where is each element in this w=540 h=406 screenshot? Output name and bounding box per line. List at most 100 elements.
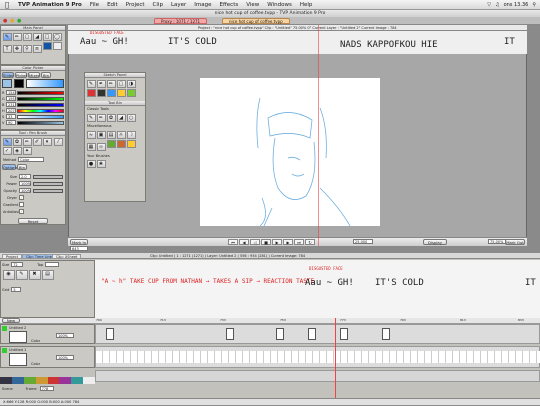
size-field[interactable]: 2.0: [19, 174, 31, 179]
tab-bin[interactable]: Bin: [41, 72, 51, 78]
lasso-icon[interactable]: ◯: [52, 32, 62, 41]
misc-color-icon[interactable]: [106, 139, 116, 148]
layer-name[interactable]: Untitled 2: [9, 326, 26, 330]
fps-field[interactable]: 25.000: [353, 239, 373, 244]
menu-help[interactable]: Help: [296, 2, 317, 8]
oil-brush-icon[interactable]: ✓: [2, 146, 12, 155]
menu-file[interactable]: File: [86, 2, 103, 8]
sketch-marker-icon[interactable]: ✏: [106, 79, 116, 88]
channel-g-value[interactable]: 195: [6, 96, 16, 101]
channel-r-value[interactable]: 154: [6, 90, 16, 95]
text-icon[interactable]: T: [2, 45, 12, 53]
menu-effects[interactable]: Effects: [216, 2, 243, 8]
top-select[interactable]: [45, 262, 60, 267]
play-button[interactable]: ▶: [272, 239, 282, 245]
sketch-color-icon[interactable]: [86, 88, 96, 97]
volume-icon[interactable]: ♫: [495, 2, 499, 8]
color-swatch[interactable]: [11, 377, 24, 384]
brush-icon[interactable]: ✎: [2, 32, 12, 41]
channel-b-value[interactable]: 231: [6, 102, 16, 107]
zoom-field[interactable]: 75.00%: [488, 239, 506, 244]
timeline-cells-row[interactable]: [96, 351, 540, 363]
timeline-cell[interactable]: [106, 328, 114, 340]
sketch-blend-icon[interactable]: ◑: [126, 79, 136, 88]
misc-warp-icon[interactable]: ∞: [96, 143, 106, 151]
channel-h-value[interactable]: 207: [6, 108, 16, 113]
layers-icon[interactable]: ▤: [41, 269, 54, 280]
misc-stamp-icon[interactable]: ▣: [96, 130, 106, 139]
airbrush-icon[interactable]: ✿: [12, 137, 22, 146]
new-layer-button[interactable]: New: [2, 318, 20, 323]
pen-brush-icon[interactable]: ✎: [2, 137, 12, 146]
menu-view[interactable]: View: [242, 2, 263, 8]
water-icon[interactable]: ◈: [12, 146, 22, 155]
palette-icon[interactable]: ◉: [2, 269, 15, 280]
gradient-checkbox[interactable]: [19, 202, 24, 207]
misc-color-icon-3[interactable]: [126, 139, 136, 148]
menubar-clock[interactable]: ons 13.36: [504, 2, 529, 8]
channel-r-slider[interactable]: [17, 90, 64, 95]
shape-icon[interactable]: □: [42, 32, 52, 41]
menu-edit[interactable]: Edit: [103, 2, 122, 8]
sketch-eraser-icon[interactable]: ▢: [116, 79, 126, 88]
loop-button[interactable]: ↻: [305, 239, 315, 245]
current-color-swatch[interactable]: [2, 79, 12, 88]
frame-field[interactable]: 778: [39, 386, 54, 391]
color-swatch[interactable]: [71, 377, 84, 384]
color-swatch[interactable]: [59, 377, 72, 384]
layer-opacity-field[interactable]: 100%: [56, 333, 74, 338]
sketch-color-icon-5[interactable]: [126, 88, 136, 97]
tab-clip-xsheet[interactable]: Clip: XSheet: [52, 253, 82, 259]
mark-in-button[interactable]: Mark In: [70, 239, 88, 245]
menu-app[interactable]: TVP Animation 9 Pro: [14, 2, 86, 8]
cross-icon[interactable]: ✖: [28, 269, 41, 280]
pencil-icon[interactable]: ✏: [12, 32, 22, 41]
timeline-size-field[interactable]: 72: [11, 262, 24, 267]
sketch-brush-icon[interactable]: ✎: [86, 79, 96, 88]
display-menu[interactable]: Display: [423, 239, 447, 245]
current-frame-marker[interactable]: [335, 318, 336, 398]
opacity-slider[interactable]: [33, 188, 63, 193]
layer-header[interactable]: Untitled 2 100% Color: [0, 324, 95, 344]
classic-airbrush-icon[interactable]: ✿: [106, 113, 116, 122]
empty-track[interactable]: [95, 370, 540, 382]
channel-g-slider[interactable]: [17, 96, 64, 101]
crayon-icon[interactable]: ✏: [22, 137, 32, 146]
classic-blur-icon[interactable]: ○: [126, 113, 136, 122]
channel-h-slider[interactable]: [17, 108, 64, 113]
paint-icon[interactable]: ✐: [32, 137, 42, 146]
sketch-color-icon-3[interactable]: [106, 88, 116, 97]
special-brush-icon[interactable]: ✦: [22, 146, 32, 155]
layer-header[interactable]: Untitled 1 100% Color: [0, 346, 95, 368]
zoom-window-icon[interactable]: ●: [17, 18, 21, 24]
swatch-icon[interactable]: [42, 41, 52, 50]
close-window-icon[interactable]: ●: [3, 18, 7, 24]
timeline-cell[interactable]: [276, 328, 284, 340]
apple-icon[interactable]: : [0, 1, 14, 9]
layer-mode[interactable]: Color: [31, 362, 40, 366]
color-swatch[interactable]: [35, 377, 48, 384]
layer-name[interactable]: Untitled 1: [9, 348, 26, 352]
stop-button[interactable]: ■: [261, 239, 271, 245]
secondary-color-swatch[interactable]: [14, 79, 24, 88]
timeline-cell[interactable]: [226, 328, 234, 340]
mechanical-pencil-icon[interactable]: ⁄: [53, 137, 63, 146]
classic-fill-icon[interactable]: ◢: [116, 113, 126, 122]
method-select[interactable]: Color: [18, 157, 45, 162]
power-slider[interactable]: [33, 181, 63, 186]
play-back-button[interactable]: ◁: [250, 239, 260, 245]
classic-pen-icon[interactable]: ✎: [86, 113, 96, 122]
tab-project-file[interactable]: nice hot cup of coffee.tvpp: [222, 18, 290, 24]
wifi-icon[interactable]: ▽: [487, 2, 491, 8]
fill-icon[interactable]: ◢: [32, 32, 42, 41]
color-swatch[interactable]: [23, 377, 36, 384]
brush-preset-icon[interactable]: ✎: [15, 269, 28, 280]
misc-smudge-icon[interactable]: ≈: [86, 130, 96, 139]
menu-clip[interactable]: Clip: [149, 2, 167, 8]
timeline-cell[interactable]: [340, 328, 348, 340]
channel-b-slider[interactable]: [17, 102, 64, 107]
tab-proxy[interactable]: Proxy : 1071 / 1271: [154, 18, 208, 24]
mark-in-field[interactable]: 643: [70, 246, 88, 251]
custom-brush-icon-2[interactable]: ❀: [96, 160, 106, 168]
tab-tool-bin[interactable]: Bin: [17, 164, 27, 170]
